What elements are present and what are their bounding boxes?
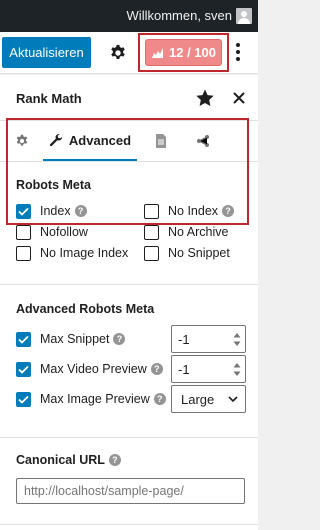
- tab-schema[interactable]: [150, 121, 172, 161]
- help-icon[interactable]: ?: [108, 454, 121, 466]
- robots-option-noindex[interactable]: No Index ?: [144, 202, 235, 220]
- max-video-preview-label: Max Video Preview: [40, 362, 147, 376]
- noindex-label: No Index: [168, 204, 219, 218]
- seo-score-button[interactable]: 12 / 100: [145, 39, 222, 66]
- star-icon[interactable]: [195, 88, 215, 108]
- max-video-preview-input[interactable]: -1: [171, 355, 246, 383]
- help-icon[interactable]: ?: [74, 205, 87, 217]
- max-image-preview-row[interactable]: Max Image Preview ?: [16, 390, 166, 408]
- rank-math-icon: [152, 47, 163, 58]
- noimageindex-label: No Image Index: [40, 246, 129, 260]
- nosnippet-checkbox[interactable]: [144, 245, 159, 261]
- help-icon[interactable]: ?: [113, 333, 126, 345]
- noindex-checkbox[interactable]: [144, 203, 159, 219]
- greeting-text[interactable]: Willkommen, sven: [127, 8, 232, 23]
- section-divider: [0, 284, 258, 285]
- robots-option-nosnippet[interactable]: No Snippet: [144, 244, 230, 262]
- max-snippet-checkbox[interactable]: [16, 331, 31, 347]
- tabs-divider: [0, 161, 258, 162]
- max-video-preview-row[interactable]: Max Video Preview ?: [16, 360, 163, 378]
- tab-advanced[interactable]: Advanced: [43, 121, 137, 161]
- noarchive-checkbox[interactable]: [144, 224, 159, 240]
- robots-option-noimageindex[interactable]: No Image Index: [16, 244, 128, 262]
- panel-tabs: Advanced: [0, 121, 258, 161]
- robots-meta-title: Robots Meta: [16, 178, 91, 192]
- max-snippet-row[interactable]: Max Snippet ?: [16, 330, 126, 348]
- seo-score-label: 12 / 100: [169, 45, 216, 60]
- canonical-url-input[interactable]: [17, 479, 244, 503]
- gear-icon: [16, 134, 28, 146]
- canonical-title: Canonical URL: [16, 453, 105, 467]
- more-options-button[interactable]: [233, 41, 243, 63]
- max-image-preview-select[interactable]: Large: [171, 385, 246, 413]
- score-highlight: 12 / 100: [138, 33, 229, 72]
- robots-option-noarchive[interactable]: No Archive: [144, 223, 228, 241]
- nofollow-checkbox[interactable]: [16, 224, 31, 240]
- noarchive-label: No Archive: [168, 225, 229, 239]
- help-icon[interactable]: ?: [153, 393, 166, 405]
- checkmark-icon: [18, 335, 29, 344]
- chevron-down-icon: [228, 396, 238, 403]
- admin-bar: Willkommen, sven: [0, 0, 258, 32]
- max-image-preview-value: Large: [181, 392, 215, 407]
- max-snippet-label: Max Snippet: [40, 332, 110, 346]
- update-button[interactable]: Aktualisieren: [2, 37, 91, 68]
- section-divider: [0, 524, 258, 525]
- max-image-preview-label: Max Image Preview: [40, 392, 150, 406]
- tab-general[interactable]: [10, 121, 34, 161]
- help-icon[interactable]: ?: [222, 205, 235, 217]
- noimageindex-checkbox[interactable]: [16, 245, 31, 261]
- checkmark-icon: [18, 207, 29, 216]
- checkmark-icon: [18, 365, 29, 374]
- max-video-preview-value: -1: [178, 362, 190, 377]
- spinner-arrows-icon[interactable]: [233, 363, 241, 376]
- help-icon[interactable]: ?: [150, 363, 163, 375]
- document-icon: [156, 134, 166, 148]
- wrench-icon: [49, 133, 63, 147]
- index-checkbox[interactable]: [16, 203, 31, 219]
- spinner-arrows-icon[interactable]: [233, 333, 241, 346]
- nosnippet-label: No Snippet: [168, 246, 230, 260]
- gear-icon: [111, 44, 125, 59]
- robots-option-nofollow[interactable]: Nofollow: [16, 223, 88, 241]
- tab-advanced-label: Advanced: [68, 132, 132, 148]
- panel-header: Rank Math: [0, 75, 258, 121]
- section-divider: [0, 437, 258, 438]
- robots-option-index[interactable]: Index ?: [16, 202, 87, 220]
- max-snippet-input[interactable]: -1: [171, 325, 246, 353]
- panel-title: Rank Math: [16, 91, 82, 106]
- tab-social[interactable]: [192, 121, 214, 161]
- max-video-preview-checkbox[interactable]: [16, 361, 31, 377]
- checkmark-icon: [18, 395, 29, 404]
- share-icon: [197, 135, 209, 147]
- advanced-robots-title: Advanced Robots Meta: [16, 302, 155, 316]
- canonical-url-field[interactable]: [16, 478, 245, 504]
- nofollow-label: Nofollow: [40, 225, 88, 239]
- settings-button[interactable]: [104, 39, 132, 67]
- max-snippet-value: -1: [178, 332, 190, 347]
- max-image-preview-checkbox[interactable]: [16, 391, 31, 407]
- avatar[interactable]: [236, 8, 252, 24]
- close-icon[interactable]: [231, 90, 247, 106]
- canonical-title-row: Canonical URL ?: [16, 451, 121, 469]
- index-label: Index: [40, 204, 71, 218]
